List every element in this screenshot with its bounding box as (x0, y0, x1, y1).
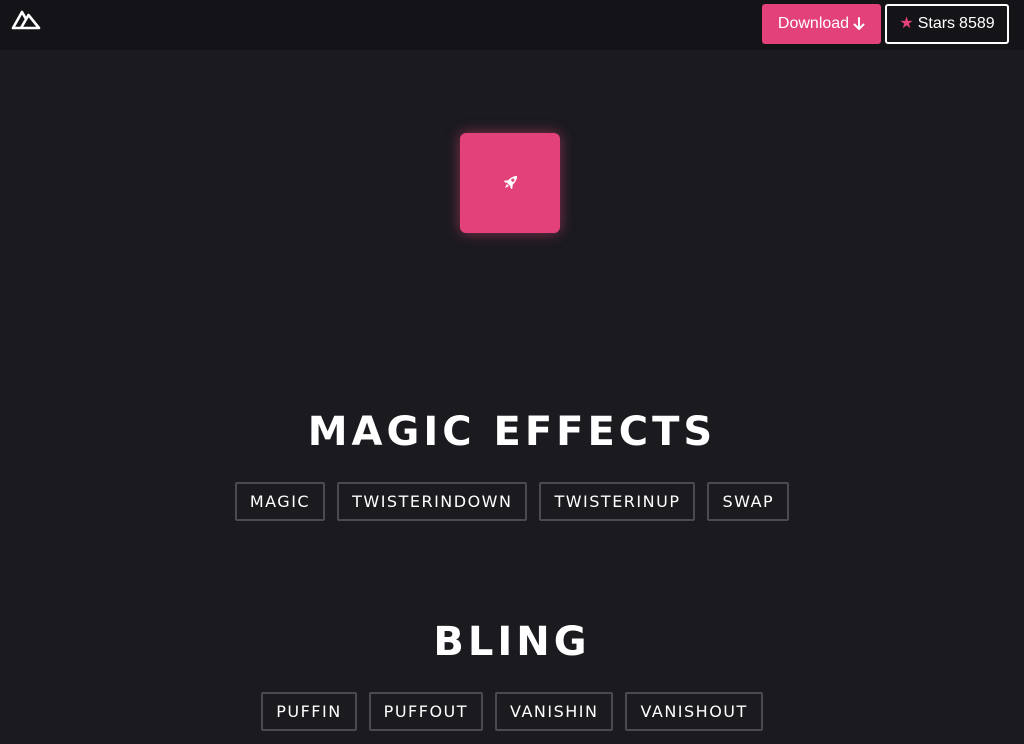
animation-demo-box (460, 133, 560, 233)
effect-button-puffin[interactable]: PUFFIN (261, 692, 357, 731)
effect-button-twisterindown[interactable]: TWISTERINDOWN (337, 482, 528, 521)
stars-label: Stars (917, 15, 956, 32)
effect-button-swap[interactable]: SWAP (707, 482, 790, 521)
magic-effects-button-row: MAGIC TWISTERINDOWN TWISTERINUP SWAP (0, 482, 1024, 521)
stars-count: 8589 (959, 15, 995, 32)
effect-button-twisterinup[interactable]: TWISTERINUP (539, 482, 696, 521)
top-bar: Download ★ Stars 8589 (0, 0, 1024, 50)
arrow-down-icon (853, 17, 865, 30)
download-button[interactable]: Download (762, 4, 881, 44)
github-stars-button[interactable]: ★ Stars 8589 (885, 4, 1009, 44)
star-icon: ★ (899, 15, 914, 32)
bling-button-row: PUFFIN PUFFOUT VANISHIN VANISHOUT (0, 692, 1024, 731)
effect-button-vanishin[interactable]: VANISHIN (495, 692, 614, 731)
effect-button-magic[interactable]: MAGIC (234, 482, 326, 521)
rocket-icon (503, 175, 518, 190)
nuxt-mountain-icon[interactable] (10, 7, 42, 31)
download-label: Download (777, 15, 850, 32)
section-title-bling: BLING (433, 619, 591, 665)
section-title-magic-effects: MAGIC EFFECTS (307, 409, 717, 455)
effect-button-puffout[interactable]: PUFFOUT (368, 692, 484, 731)
effect-button-vanishout[interactable]: VANISHOUT (625, 692, 763, 731)
